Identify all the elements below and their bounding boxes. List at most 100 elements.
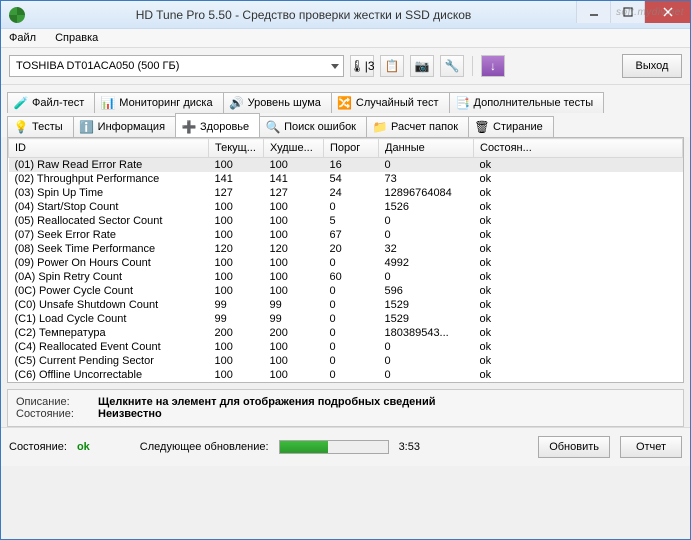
cell-id: (08) Seek Time Performance: [9, 242, 209, 256]
tab-расчет-папок[interactable]: 📁Расчет папок: [366, 116, 469, 137]
tab-label: Файл-тест: [32, 97, 84, 109]
info-icon: ℹ️: [80, 120, 94, 134]
cell-thr: 20: [324, 242, 379, 256]
refresh-button[interactable]: Обновить: [538, 436, 610, 458]
screenshot-button[interactable]: 📷: [410, 55, 434, 77]
chevron-down-icon: [331, 64, 339, 69]
tab-информация[interactable]: ℹ️Информация: [73, 116, 176, 137]
menubar: Файл Справка: [1, 29, 690, 48]
separator: [472, 56, 473, 76]
cell-thr: 0: [324, 368, 379, 382]
health-table-container: IDТекущ...Худше...ПорогДанныеСостоян... …: [7, 137, 684, 383]
tab-стирание[interactable]: 🗑 Стирание: [468, 116, 554, 137]
close-button[interactable]: [644, 1, 690, 23]
table-row[interactable]: (C6) Offline Uncorrectable10010000ok: [9, 368, 683, 382]
cell-cur: 100: [209, 158, 264, 173]
gear-icon: 🔧: [445, 59, 460, 73]
table-row[interactable]: (C0) Unsafe Shutdown Count999901529ok: [9, 298, 683, 312]
column-header[interactable]: Порог: [324, 139, 379, 158]
table-row[interactable]: (0A) Spin Retry Count100100600ok: [9, 270, 683, 284]
options-button[interactable]: 🔧: [440, 55, 464, 77]
table-row[interactable]: (02) Throughput Performance1411415473ok: [9, 172, 683, 186]
temperature-value: |3: [365, 59, 375, 73]
cell-thr: 0: [324, 200, 379, 214]
cell-status: ok: [474, 368, 683, 382]
column-header[interactable]: Худше...: [264, 139, 324, 158]
menu-help[interactable]: Справка: [55, 32, 98, 44]
cell-status: ok: [474, 298, 683, 312]
cell-thr: 0: [324, 340, 379, 354]
erase-icon: 🗑: [475, 120, 489, 134]
cell-thr: 24: [324, 186, 379, 200]
report-button[interactable]: Отчет: [620, 436, 682, 458]
report-button-label: Отчет: [636, 441, 666, 453]
menu-file[interactable]: Файл: [9, 32, 36, 44]
tab-label: Случайный тест: [356, 97, 439, 109]
cell-id: (C0) Unsafe Shutdown Count: [9, 298, 209, 312]
cell-cur: 100: [209, 200, 264, 214]
cell-status: ok: [474, 158, 683, 173]
app-icon: [9, 7, 25, 23]
status-state-value: ok: [77, 441, 90, 453]
cell-thr: 0: [324, 284, 379, 298]
table-row[interactable]: (09) Power On Hours Count10010004992ok: [9, 256, 683, 270]
detail-box: Описание: Щелкните на элемент для отобра…: [7, 389, 684, 427]
tab-мониторинг-диска[interactable]: 📊Мониторинг диска: [94, 92, 223, 113]
cell-data: 12896764084: [379, 186, 474, 200]
random-icon: 🔀: [338, 96, 352, 110]
cell-cur: 100: [209, 256, 264, 270]
toolbar: TOSHIBA DT01ACA050 (500 ГБ) 🌡 |3 📋 📷 🔧 ↓…: [1, 48, 690, 85]
table-row[interactable]: (C1) Load Cycle Count999901529ok: [9, 312, 683, 326]
cell-id: (05) Reallocated Sector Count: [9, 214, 209, 228]
cell-status: ok: [474, 228, 683, 242]
cell-worst: 100: [264, 214, 324, 228]
cell-cur: 100: [209, 368, 264, 382]
update-time: 3:53: [399, 441, 420, 453]
window-title: HD Tune Pro 5.50 - Средство проверки жес…: [31, 8, 576, 22]
tab-label: Мониторинг диска: [119, 97, 212, 109]
table-row[interactable]: (0C) Power Cycle Count1001000596ok: [9, 284, 683, 298]
table-row[interactable]: (C5) Current Pending Sector10010000ok: [9, 354, 683, 368]
column-header[interactable]: Состоян...: [474, 139, 683, 158]
save-button[interactable]: ↓: [481, 55, 505, 77]
tab-тесты[interactable]: 💡Тесты: [7, 116, 74, 137]
update-progress: [279, 440, 389, 454]
cell-thr: 60: [324, 270, 379, 284]
table-row[interactable]: (03) Spin Up Time1271272412896764084ok: [9, 186, 683, 200]
cell-status: ok: [474, 354, 683, 368]
copy-info-button[interactable]: 📋: [380, 55, 404, 77]
column-header[interactable]: ID: [9, 139, 209, 158]
column-header[interactable]: Текущ...: [209, 139, 264, 158]
tab-уровень-шума[interactable]: 🔊Уровень шума: [223, 92, 332, 113]
tab-поиск-ошибок[interactable]: 🔍Поиск ошибок: [259, 116, 367, 137]
maximize-button[interactable]: [610, 1, 644, 23]
table-row[interactable]: (07) Seek Error Rate100100670ok: [9, 228, 683, 242]
cell-worst: 100: [264, 340, 324, 354]
description-value: Щелкните на элемент для отображения подр…: [98, 396, 435, 408]
drive-select[interactable]: TOSHIBA DT01ACA050 (500 ГБ): [9, 55, 344, 77]
tab-файл-тест[interactable]: 🧪 Файл-тест: [7, 92, 95, 113]
table-row[interactable]: (05) Reallocated Sector Count10010050ok: [9, 214, 683, 228]
cell-id: (03) Spin Up Time: [9, 186, 209, 200]
exit-button[interactable]: Выход: [622, 54, 682, 78]
cell-status: ok: [474, 312, 683, 326]
table-row[interactable]: (01) Raw Read Error Rate100100160ok: [9, 158, 683, 173]
cell-worst: 100: [264, 354, 324, 368]
cell-data: 0: [379, 214, 474, 228]
file-test-icon: 🧪: [14, 96, 28, 110]
tab-здоровье[interactable]: ➕Здоровье: [175, 113, 260, 137]
cell-id: (04) Start/Stop Count: [9, 200, 209, 214]
cell-thr: 0: [324, 312, 379, 326]
table-row[interactable]: (08) Seek Time Performance1201202032ok: [9, 242, 683, 256]
table-row[interactable]: (C2) Температура2002000180389543...ok: [9, 326, 683, 340]
table-row[interactable]: (C4) Reallocated Event Count10010000ok: [9, 340, 683, 354]
minimize-button[interactable]: [576, 1, 610, 23]
tab-дополнительные-тесты[interactable]: 📑Дополнительные тесты: [449, 92, 605, 113]
table-row[interactable]: (04) Start/Stop Count10010001526ok: [9, 200, 683, 214]
tab-случайный-тест[interactable]: 🔀 Случайный тест: [331, 92, 450, 113]
cell-thr: 0: [324, 256, 379, 270]
temperature-button[interactable]: 🌡 |3: [350, 55, 374, 77]
tab-label: Стирание: [493, 121, 543, 133]
column-header[interactable]: Данные: [379, 139, 474, 158]
cell-status: ok: [474, 256, 683, 270]
